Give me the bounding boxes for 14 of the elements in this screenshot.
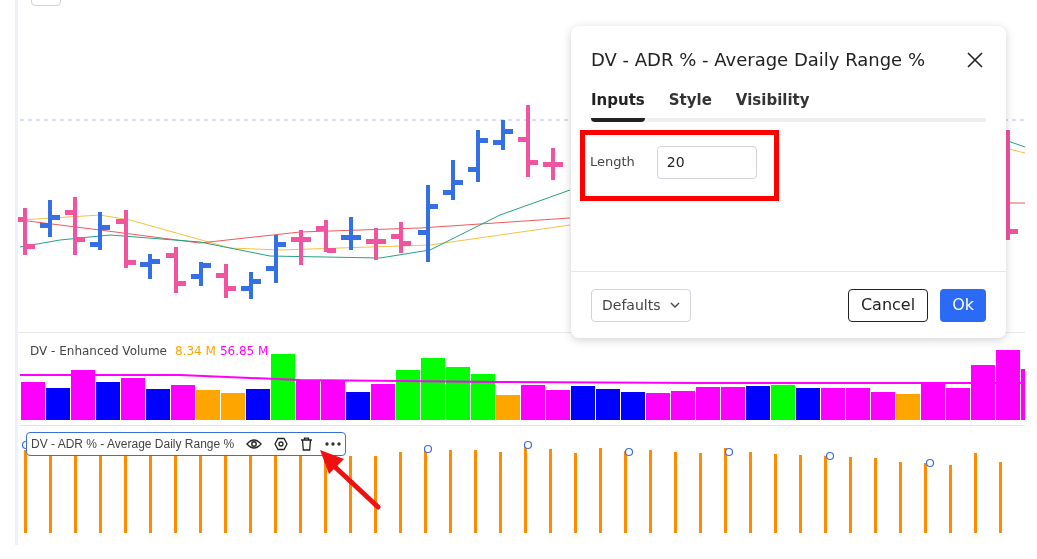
tab[interactable]: Inputs [591, 89, 645, 122]
tab[interactable]: Style [668, 89, 712, 122]
tab[interactable]: Visibility [735, 89, 810, 122]
volume-value: 56.85 M [219, 343, 269, 360]
field-label: Length [590, 153, 635, 172]
pane-title: DV - Enhanced Volume [30, 343, 167, 360]
dialog-title: DV - ADR % - Average Daily Range % [591, 48, 926, 72]
defaults-dropdown[interactable]: Defaults [591, 288, 691, 322]
indicator-title: DV - ADR % - Average Daily Range % [31, 436, 235, 453]
cancel-button[interactable]: Cancel [847, 288, 929, 322]
volume-value: 8.34 M [175, 343, 216, 360]
indicator-legend[interactable]: DV - ADR % - Average Daily Range % [26, 432, 347, 456]
ok-button[interactable]: Ok [940, 288, 986, 322]
length-input[interactable]: 20 [656, 145, 757, 179]
